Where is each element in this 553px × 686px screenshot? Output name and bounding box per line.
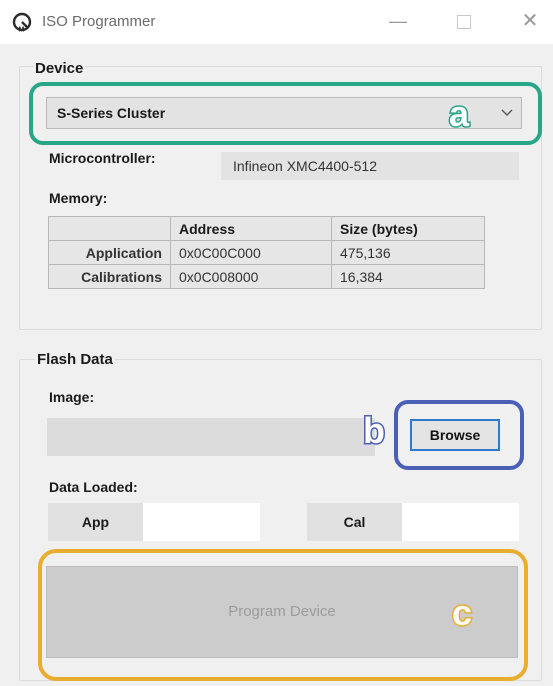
close-button[interactable]: ✕ xyxy=(510,6,550,36)
title-bar: M ISO Programmer — ✕ xyxy=(0,0,553,44)
table-row: Application 0x0C00C000 475,136 xyxy=(48,240,485,265)
annotation-b-label: b xyxy=(362,410,387,451)
data-loaded-label: Data Loaded: xyxy=(49,479,138,495)
calibrations-address: 0x0C008000 xyxy=(170,264,332,289)
table-corner-cell xyxy=(48,216,171,241)
calibrations-size: 16,384 xyxy=(331,264,485,289)
window-title: ISO Programmer xyxy=(42,13,156,30)
microcontroller-value: Infineon XMC4400-512 xyxy=(233,158,377,174)
cal-loaded-value xyxy=(402,503,519,541)
device-group-title: Device xyxy=(33,60,86,77)
app-loaded-label: App xyxy=(48,503,143,541)
image-path-field[interactable] xyxy=(47,418,375,456)
application-size: 475,136 xyxy=(331,240,485,265)
minimize-button[interactable]: — xyxy=(378,6,418,36)
maximize-icon xyxy=(457,15,471,30)
table-row: Calibrations 0x0C008000 16,384 xyxy=(48,264,485,289)
flash-data-group-title: Flash Data xyxy=(35,351,115,368)
annotation-c-label: c xyxy=(450,592,473,633)
annotation-a-label: a xyxy=(447,93,470,134)
image-label: Image: xyxy=(49,389,95,405)
row-header-calibrations: Calibrations xyxy=(48,264,171,289)
application-address: 0x0C00C000 xyxy=(170,240,332,265)
memory-label: Memory: xyxy=(49,190,108,206)
app-loaded-value xyxy=(143,503,260,541)
cal-loaded-label: Cal xyxy=(307,503,402,541)
svg-text:M: M xyxy=(19,27,25,33)
microcontroller-field: Infineon XMC4400-512 xyxy=(221,152,519,180)
maximize-button[interactable] xyxy=(444,6,484,36)
memory-table: Address Size (bytes) Application 0x0C00C… xyxy=(48,216,485,289)
memory-table-header-row: Address Size (bytes) xyxy=(48,216,485,241)
annotation-b-highlight xyxy=(394,400,524,470)
app-icon: M xyxy=(12,12,32,32)
column-header-size: Size (bytes) xyxy=(331,216,485,241)
microcontroller-label: Microcontroller: xyxy=(49,150,156,166)
column-header-address: Address xyxy=(170,216,332,241)
row-header-application: Application xyxy=(48,240,171,265)
